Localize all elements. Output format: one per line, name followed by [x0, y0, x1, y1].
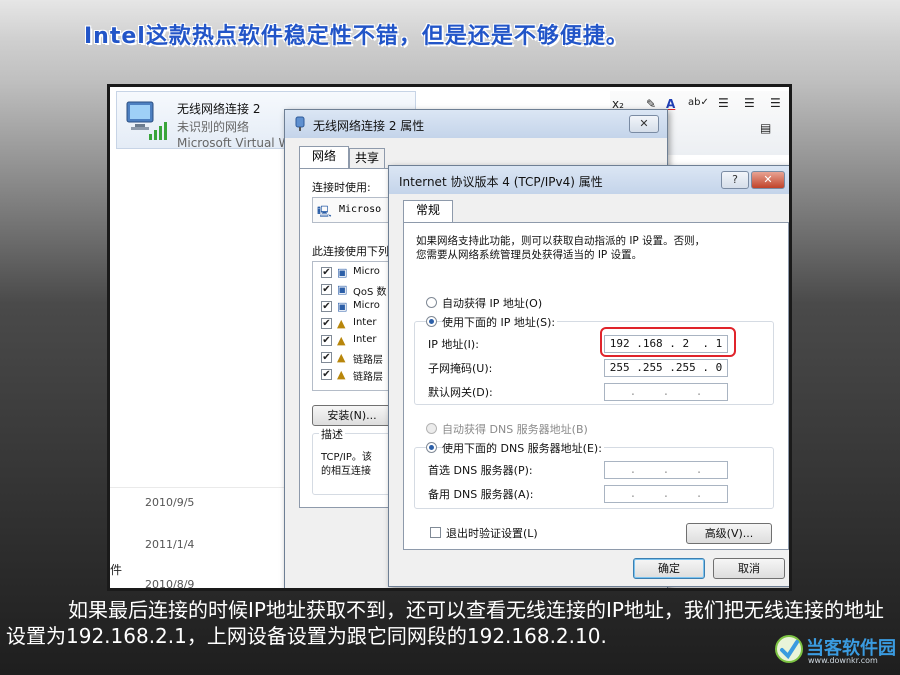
network-client-icon: ▣ — [337, 266, 348, 279]
slide-heading: Intel这款热点软件稳定性不错，但是还是不够便捷。 — [84, 24, 629, 49]
watermark-url: www.downkr.com — [808, 656, 878, 665]
protocol-icon: ▲ — [337, 368, 346, 381]
component-name: Inter — [353, 317, 377, 328]
component-name: 链路层 — [353, 355, 383, 366]
align-center-icon[interactable]: ☰ — [744, 96, 755, 110]
component-checkbox[interactable]: ✔ — [321, 267, 332, 278]
network-adapter: Microsoft Virtual W — [177, 136, 291, 150]
qos-icon: ▣ — [337, 283, 348, 296]
tab-sharing[interactable]: 共享 — [349, 148, 385, 168]
file-date: 2010/8/9 — [145, 578, 195, 591]
auto-ip-radio[interactable] — [426, 297, 437, 308]
tab-general[interactable]: 常规 — [403, 200, 453, 222]
install-button[interactable]: 安装(N)... — [312, 405, 392, 426]
screenshot-frame: 无线网络连接 2 未识别的网络 Microsoft Virtual W 2010… — [107, 84, 792, 591]
preferred-dns-label: 首选 DNS 服务器(P): — [428, 464, 533, 477]
intro-text: 如果网络支持此功能，则可以获取自动指派的 IP 设置。否则， — [416, 235, 706, 247]
ipv4-title: Internet 协议版本 4 (TCP/IPv4) 属性 — [399, 175, 603, 189]
watermark: 当客软件园 www.downkr.com — [774, 630, 896, 670]
adapter-icon — [295, 116, 305, 131]
tab-network[interactable]: 网络 — [299, 146, 349, 168]
ip-highlight-box — [600, 327, 736, 357]
align-left-icon[interactable]: ☰ — [718, 96, 729, 110]
watermark-logo-icon — [775, 635, 803, 663]
component-checkbox[interactable]: ✔ — [321, 318, 332, 329]
auto-dns-label: 自动获得 DNS 服务器地址(B) — [442, 423, 588, 436]
default-gateway-label: 默认网关(D): — [428, 386, 493, 399]
help-button[interactable]: ? — [721, 171, 749, 189]
manual-ip-label: 使用下面的 IP 地址(S): — [442, 314, 558, 330]
slide-caption: 如果最后连接的时候IP地址获取不到，还可以查看无线连接的IP地址，我们把无线连接… — [6, 598, 884, 648]
align-right-icon[interactable]: ☰ — [770, 96, 781, 110]
advanced-button[interactable]: 高级(V)... — [686, 523, 772, 544]
adapter-icon: 🖳 — [317, 205, 332, 218]
subnet-mask-field[interactable]: 255 .255 .255 . 0 — [604, 359, 728, 377]
component-checkbox[interactable]: ✔ — [321, 352, 332, 363]
ok-button[interactable]: 确定 — [633, 558, 705, 579]
ipv4-properties-dialog: Internet 协议版本 4 (TCP/IPv4) 属性 ? ✕ 常规 如果网… — [388, 165, 789, 587]
component-checkbox[interactable]: ✔ — [321, 301, 332, 312]
component-checkbox[interactable]: ✔ — [321, 369, 332, 380]
component-name: Micro — [353, 266, 380, 277]
auto-ip-label: 自动获得 IP 地址(O) — [442, 297, 543, 310]
alternate-dns-field[interactable]: . . . — [604, 485, 728, 503]
component-name: Micro — [353, 300, 380, 311]
file-sharing-icon: ▣ — [337, 300, 348, 313]
validate-checkbox[interactable] — [430, 527, 441, 538]
protocol-icon: ▲ — [337, 351, 346, 364]
description-text: 的相互连接 — [321, 466, 371, 477]
component-name: 链路层 — [353, 372, 383, 383]
manual-dns-radio[interactable] — [426, 442, 437, 453]
manual-ip-radio[interactable] — [426, 316, 437, 327]
cancel-button[interactable]: 取消 — [713, 558, 785, 579]
ip-address-label: IP 地址(I): — [428, 338, 479, 351]
align-right-icon: ▤ — [760, 121, 772, 135]
description-text: TCP/IP。该 — [321, 452, 372, 463]
properties-title: 无线网络连接 2 属性 — [313, 119, 425, 133]
default-gateway-field[interactable]: . . . — [604, 383, 728, 401]
ipv4-titlebar[interactable]: Internet 协议版本 4 (TCP/IPv4) 属性 ? ✕ — [389, 166, 789, 194]
background-text-fragment: 件 — [110, 563, 123, 577]
auto-dns-radio[interactable] — [426, 423, 437, 434]
protocol-icon: ▲ — [337, 334, 346, 347]
subnet-mask-label: 子网掩码(U): — [428, 362, 493, 375]
wireless-network-icon — [126, 101, 167, 140]
adapter-name: Microso — [339, 204, 382, 215]
properties-close-button[interactable]: ✕ — [629, 115, 659, 133]
general-tab-panel: 如果网络支持此功能，则可以获取自动指派的 IP 设置。否则， 您需要从网络系统管… — [403, 222, 789, 550]
manual-dns-label: 使用下面的 DNS 服务器地址(E): — [442, 440, 604, 456]
intro-text: 您需要从网络系统管理员处获得适当的 IP 设置。 — [416, 249, 643, 261]
component-checkbox[interactable]: ✔ — [321, 284, 332, 295]
description-label: 描述 — [319, 426, 345, 442]
ipv4-close-button[interactable]: ✕ — [751, 171, 785, 189]
validate-label: 退出时验证设置(L) — [446, 527, 538, 540]
alternate-dns-label: 备用 DNS 服务器(A): — [428, 488, 534, 501]
file-date: 2011/1/4 — [145, 538, 195, 551]
component-name: Inter — [353, 334, 377, 345]
protocol-icon: ▲ — [337, 317, 346, 330]
background-file-list: 2010/9/5 2011/1/4 2010/8/9 — [110, 487, 290, 591]
components-label: 此连接使用下列 — [312, 245, 389, 258]
network-name: 无线网络连接 2 — [177, 102, 261, 116]
spellcheck-icon[interactable]: ab✓ — [688, 97, 709, 108]
component-name: QoS 数 — [353, 287, 387, 298]
properties-titlebar[interactable]: 无线网络连接 2 属性 ✕ — [285, 110, 667, 138]
network-status: 未识别的网络 — [177, 120, 250, 134]
file-date: 2010/9/5 — [145, 496, 195, 509]
component-checkbox[interactable]: ✔ — [321, 335, 332, 346]
connect-using-label: 连接时使用: — [312, 181, 371, 194]
preferred-dns-field[interactable]: . . . — [604, 461, 728, 479]
